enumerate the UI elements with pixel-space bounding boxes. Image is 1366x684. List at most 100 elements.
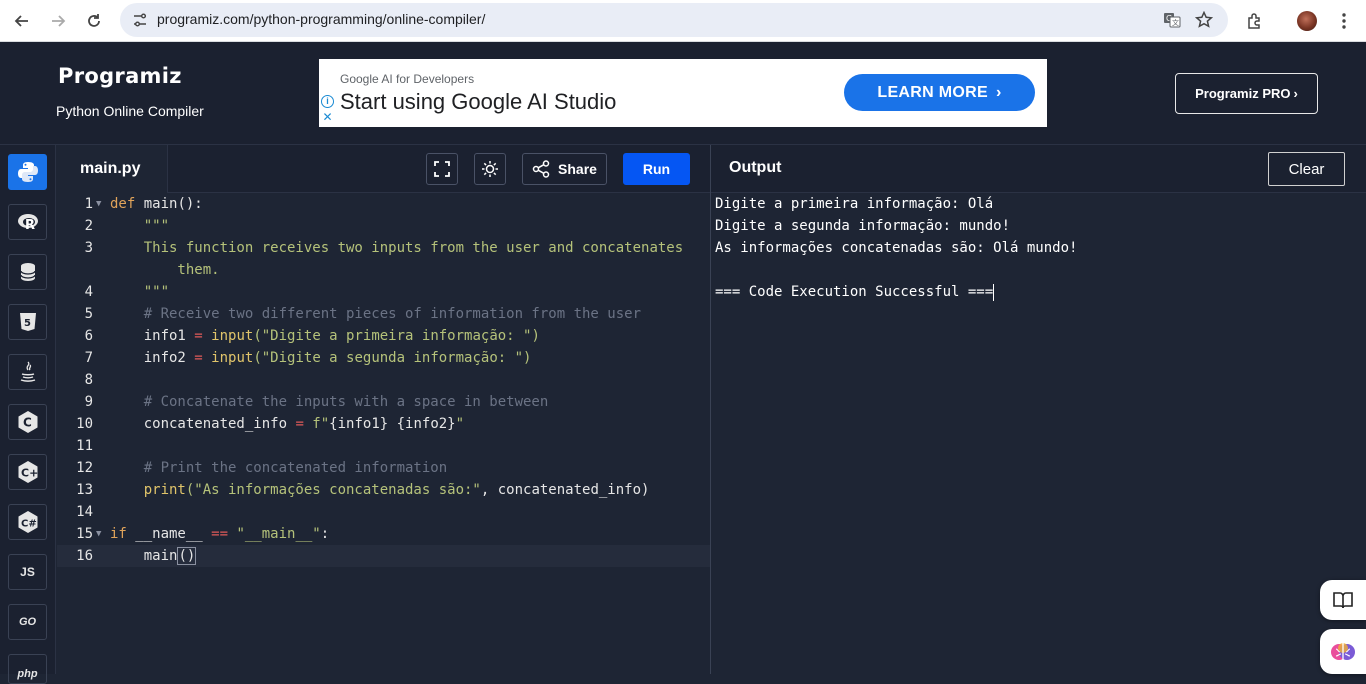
ai-brain-icon[interactable]: [1320, 629, 1366, 674]
reload-icon[interactable]: [81, 8, 107, 34]
html-icon[interactable]: 5: [8, 304, 47, 340]
text-caret: [993, 283, 995, 301]
output-line: Digite a primeira informação: Olá: [715, 196, 994, 212]
output-status: === Code Execution Successful ===: [715, 284, 994, 300]
chevron-right-icon: ›: [1293, 86, 1298, 101]
code-token: them.: [110, 262, 220, 278]
ad-close-icon[interactable]: ✕: [321, 111, 334, 124]
code-token: =: [194, 328, 203, 344]
python-icon[interactable]: [8, 154, 47, 190]
js-icon[interactable]: JS: [8, 554, 47, 590]
address-bar[interactable]: programiz.com/python-programming/online-…: [120, 3, 1228, 37]
programiz-logo[interactable]: Programiz: [58, 64, 182, 88]
code-token: input: [202, 328, 254, 344]
ad-headline: Start using Google AI Studio: [340, 89, 617, 114]
code-comment: # Concatenate the inputs with a space in…: [110, 394, 549, 410]
bookmark-star-icon[interactable]: [1194, 10, 1214, 30]
sql-icon[interactable]: [8, 254, 47, 290]
code-line[interactable]: 12 # Print the concatenated information: [57, 457, 710, 479]
code-token: =: [295, 416, 304, 432]
url-text[interactable]: programiz.com/python-programming/online-…: [157, 11, 485, 27]
extensions-icon[interactable]: [1242, 8, 1268, 34]
line-number: 15: [76, 526, 93, 542]
code-line[interactable]: 6 info1 = input("Digite a primeira infor…: [57, 325, 710, 347]
code-token: """: [110, 284, 170, 300]
svg-text:C: C: [23, 416, 32, 430]
code-line[interactable]: 13 print("As informações concatenadas sã…: [57, 479, 710, 501]
ad-info-icon[interactable]: i: [321, 95, 334, 108]
code-token: info2: [110, 350, 195, 366]
code-line[interactable]: 7 info2 = input("Digite a segunda inform…: [57, 347, 710, 369]
file-tab[interactable]: main.py: [57, 145, 168, 193]
output-line: As informações concatenadas são: Olá mun…: [715, 240, 1078, 256]
line-number: 4: [84, 284, 93, 300]
code-line[interactable]: 4 """: [57, 281, 710, 303]
fold-arrow-icon[interactable]: ▼: [96, 193, 101, 215]
editor-toolbar: main.py Share Run: [57, 145, 710, 193]
code-line[interactable]: 15 ▼ if __name__ == "__main__":: [57, 523, 710, 545]
code-line-active[interactable]: 16 main(): [57, 545, 710, 567]
svg-text:C#: C#: [21, 519, 37, 530]
learn-more-button[interactable]: LEARN MORE ›: [844, 74, 1035, 111]
page-subtitle: Python Online Compiler: [56, 103, 204, 119]
cpp-icon[interactable]: C+: [8, 454, 47, 490]
line-number: 12: [76, 460, 93, 476]
go-icon[interactable]: GO: [8, 604, 47, 640]
site-header: Programiz Python Online Compiler i ✕ Goo…: [0, 42, 1366, 145]
code-token: main: [110, 548, 178, 564]
run-button[interactable]: Run: [623, 153, 690, 185]
output-line: Digite a segunda informação: mundo!: [715, 218, 1011, 234]
run-label: Run: [642, 161, 671, 177]
ad-sponsor: Google AI for Developers: [340, 72, 475, 86]
code-token: "__main__": [228, 526, 321, 542]
code-line[interactable]: them.: [57, 259, 710, 281]
ad-banner[interactable]: i ✕ Google AI for Developers Start using…: [319, 59, 1047, 127]
translate-icon[interactable]: G文: [1162, 10, 1182, 30]
fullscreen-icon[interactable]: [426, 153, 458, 185]
code-token: , concatenated_info): [480, 482, 650, 498]
theme-toggle-icon[interactable]: [474, 153, 506, 185]
code-token: =: [194, 350, 203, 366]
code-line[interactable]: 14: [57, 501, 710, 523]
output-console[interactable]: Digite a primeira informação: Olá Digite…: [711, 193, 1366, 674]
share-icon: [532, 160, 550, 178]
code-line[interactable]: 11: [57, 435, 710, 457]
site-settings-icon[interactable]: [132, 12, 148, 28]
code-line[interactable]: 2 """: [57, 215, 710, 237]
code-line[interactable]: 5 # Receive two different pieces of info…: [57, 303, 710, 325]
book-icon[interactable]: [1320, 580, 1366, 620]
more-menu-icon[interactable]: [1331, 8, 1357, 34]
fold-arrow-icon[interactable]: ▼: [96, 523, 101, 545]
line-number: 10: [76, 416, 93, 432]
r-icon[interactable]: R: [8, 204, 47, 240]
svg-text:C+: C+: [21, 467, 38, 480]
code-token: {info1} {info2}: [329, 416, 456, 432]
programiz-pro-button[interactable]: Programiz PRO ›: [1175, 73, 1318, 114]
profile-avatar[interactable]: [1294, 8, 1320, 34]
share-label: Share: [558, 161, 597, 177]
line-number: 8: [84, 372, 93, 388]
java-icon[interactable]: [8, 354, 47, 390]
code-token: ": [455, 416, 465, 432]
svg-text:R: R: [25, 218, 35, 232]
code-line[interactable]: 9 # Concatenate the inputs with a space …: [57, 391, 710, 413]
code-line[interactable]: 1 ▼ def main():: [57, 193, 710, 215]
code-editor[interactable]: 1 ▼ def main(): 2 """ 3 This function re…: [57, 193, 710, 674]
php-icon[interactable]: php: [8, 654, 47, 684]
line-number: 14: [76, 504, 93, 520]
code-line[interactable]: 10 concatenated_info = f"{info1} {info2}…: [57, 413, 710, 435]
csharp-icon[interactable]: C#: [8, 504, 47, 540]
svg-text:文: 文: [1172, 18, 1179, 27]
share-button[interactable]: Share: [522, 153, 607, 185]
code-comment: # Receive two different pieces of inform…: [110, 306, 642, 322]
line-number: 6: [84, 328, 93, 344]
back-icon[interactable]: [9, 8, 35, 34]
code-line[interactable]: 8: [57, 369, 710, 391]
c-icon[interactable]: C: [8, 404, 47, 440]
browser-toolbar: programiz.com/python-programming/online-…: [0, 0, 1366, 42]
line-number: 2: [84, 218, 93, 234]
code-line[interactable]: 3 This function receives two inputs from…: [57, 237, 710, 259]
clear-button[interactable]: Clear: [1268, 152, 1345, 186]
code-token: :: [320, 526, 330, 542]
forward-icon[interactable]: [45, 8, 71, 34]
